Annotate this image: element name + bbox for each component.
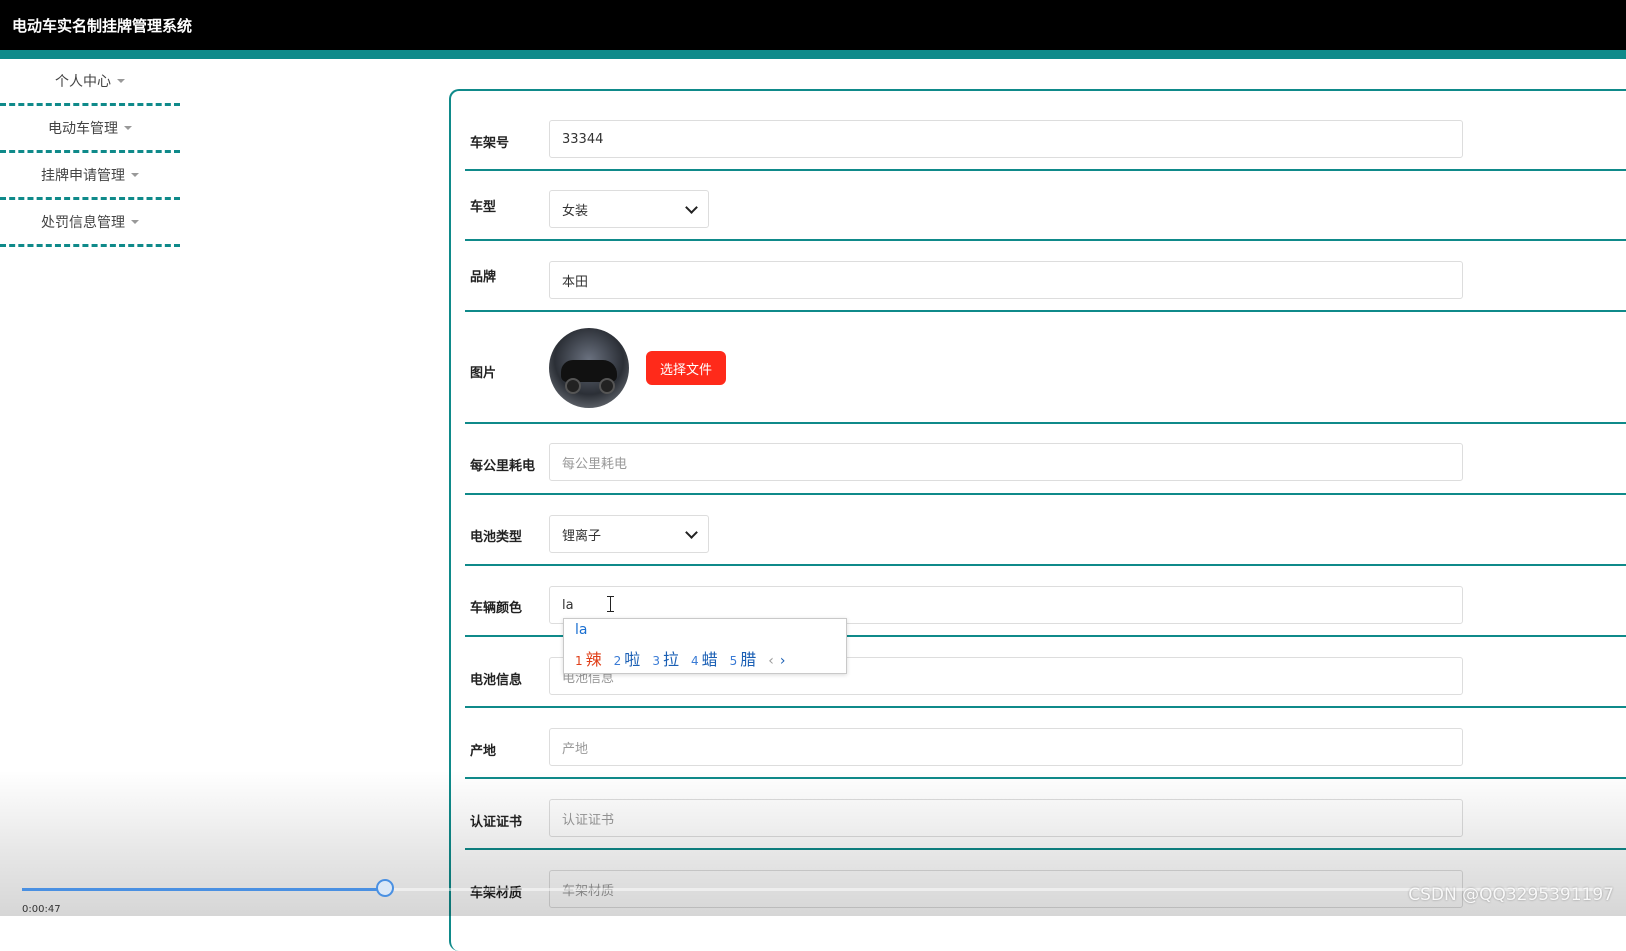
- form-row-power-per-km: 每公里耗电 每公里耗电: [465, 422, 1626, 495]
- field-label: 每公里耗电: [470, 459, 536, 474]
- ime-candidate[interactable]: 2啦: [614, 646, 641, 670]
- origin-input[interactable]: 产地: [549, 728, 1463, 766]
- field-label: 产地: [470, 744, 497, 759]
- caret-down-icon: [131, 220, 139, 224]
- sidebar-item-ebike-management[interactable]: 电动车管理: [0, 106, 180, 153]
- video-progress-handle[interactable]: [376, 879, 395, 897]
- form-row-origin: 产地 产地: [465, 706, 1626, 779]
- form-row-frame-material: 车架材质 车架材质: [465, 848, 1626, 916]
- top-bar: 电动车实名制挂牌管理系统: [0, 0, 1626, 59]
- chevron-right-icon[interactable]: ›: [780, 653, 786, 669]
- form-row-vehicle-type: 车型 女装: [465, 169, 1626, 241]
- video-progress-bar[interactable]: [22, 888, 1602, 891]
- caret-down-icon: [131, 173, 139, 177]
- vehicle-type-select[interactable]: 女装: [549, 190, 709, 228]
- field-label: 电池信息: [470, 673, 523, 688]
- sidebar: 个人中心 电动车管理 挂牌申请管理 处罚信息管理: [0, 59, 180, 247]
- form-row-image: 图片 选择文件: [465, 310, 1626, 424]
- power-per-km-input[interactable]: 每公里耗电: [549, 443, 1463, 481]
- field-label: 车辆颜色: [470, 601, 523, 616]
- form-row-certificate: 认证证书 认证证书: [465, 777, 1626, 850]
- form-row-battery-type: 电池类型 锂离子: [465, 493, 1626, 566]
- sidebar-item-label: 挂牌申请管理: [41, 168, 125, 184]
- certificate-input[interactable]: 认证证书: [549, 799, 1463, 837]
- sidebar-item-plate-application[interactable]: 挂牌申请管理: [0, 153, 180, 200]
- caret-down-icon: [117, 79, 125, 83]
- ime-candidate-list: 1辣 2啦 3拉 4蜡 5腊 ‹ ›: [575, 646, 786, 670]
- vehicle-image-thumbnail: [549, 328, 629, 408]
- chevron-down-icon: [685, 200, 698, 214]
- ime-page-nav[interactable]: ‹ ›: [768, 653, 785, 669]
- video-progress-fill: [22, 888, 386, 891]
- ime-candidate[interactable]: 4蜡: [691, 646, 718, 670]
- ime-candidate[interactable]: 5腊: [730, 646, 757, 670]
- chevron-down-icon: [685, 525, 698, 539]
- video-time: 0:00:47: [22, 904, 61, 915]
- watermark: CSDN @QQ3295391197: [1408, 885, 1614, 905]
- sidebar-item-label: 电动车管理: [48, 121, 118, 137]
- field-label: 认证证书: [470, 815, 523, 830]
- ime-candidate[interactable]: 3拉: [652, 646, 679, 670]
- field-label: 车型: [470, 200, 497, 215]
- brand-value: 本田: [562, 274, 589, 290]
- vehicle-type-value: 女装: [562, 203, 589, 219]
- frame-no-value: 33344: [562, 131, 604, 147]
- sidebar-item-personal-center[interactable]: 个人中心: [0, 59, 180, 106]
- battery-type-value: 锂离子: [562, 528, 602, 544]
- sidebar-item-label: 处罚信息管理: [41, 215, 125, 231]
- form-row-frame-no: 车架号 33344: [465, 113, 1626, 171]
- choose-file-button[interactable]: 选择文件: [646, 351, 726, 385]
- text-cursor-icon: [607, 596, 614, 612]
- ime-composition: la: [575, 622, 588, 638]
- power-per-km-placeholder: 每公里耗电: [562, 456, 628, 472]
- field-label: 图片: [470, 366, 497, 381]
- sidebar-item-penalty-info[interactable]: 处罚信息管理: [0, 200, 180, 247]
- certificate-placeholder: 认证证书: [562, 812, 615, 828]
- car-wheel: [565, 378, 581, 394]
- frame-no-input[interactable]: 33344: [549, 120, 1463, 158]
- battery-type-select[interactable]: 锂离子: [549, 515, 709, 553]
- field-label: 电池类型: [470, 530, 523, 545]
- caret-down-icon: [124, 126, 132, 130]
- car-wheel: [599, 378, 615, 394]
- origin-placeholder: 产地: [562, 741, 589, 757]
- color-value: la: [562, 597, 574, 613]
- form-row-brand: 品牌 本田: [465, 239, 1626, 312]
- brand-input[interactable]: 本田: [549, 261, 1463, 299]
- app-title: 电动车实名制挂牌管理系统: [12, 17, 193, 35]
- chevron-left-icon[interactable]: ‹: [768, 653, 774, 669]
- field-label: 车架号: [470, 136, 510, 151]
- field-label: 品牌: [470, 270, 497, 285]
- sidebar-item-label: 个人中心: [55, 74, 111, 90]
- ime-candidate-popup: la 1辣 2啦 3拉 4蜡 5腊 ‹ ›: [563, 618, 847, 674]
- ime-candidate[interactable]: 1辣: [575, 646, 602, 670]
- field-label: 车架材质: [470, 886, 523, 901]
